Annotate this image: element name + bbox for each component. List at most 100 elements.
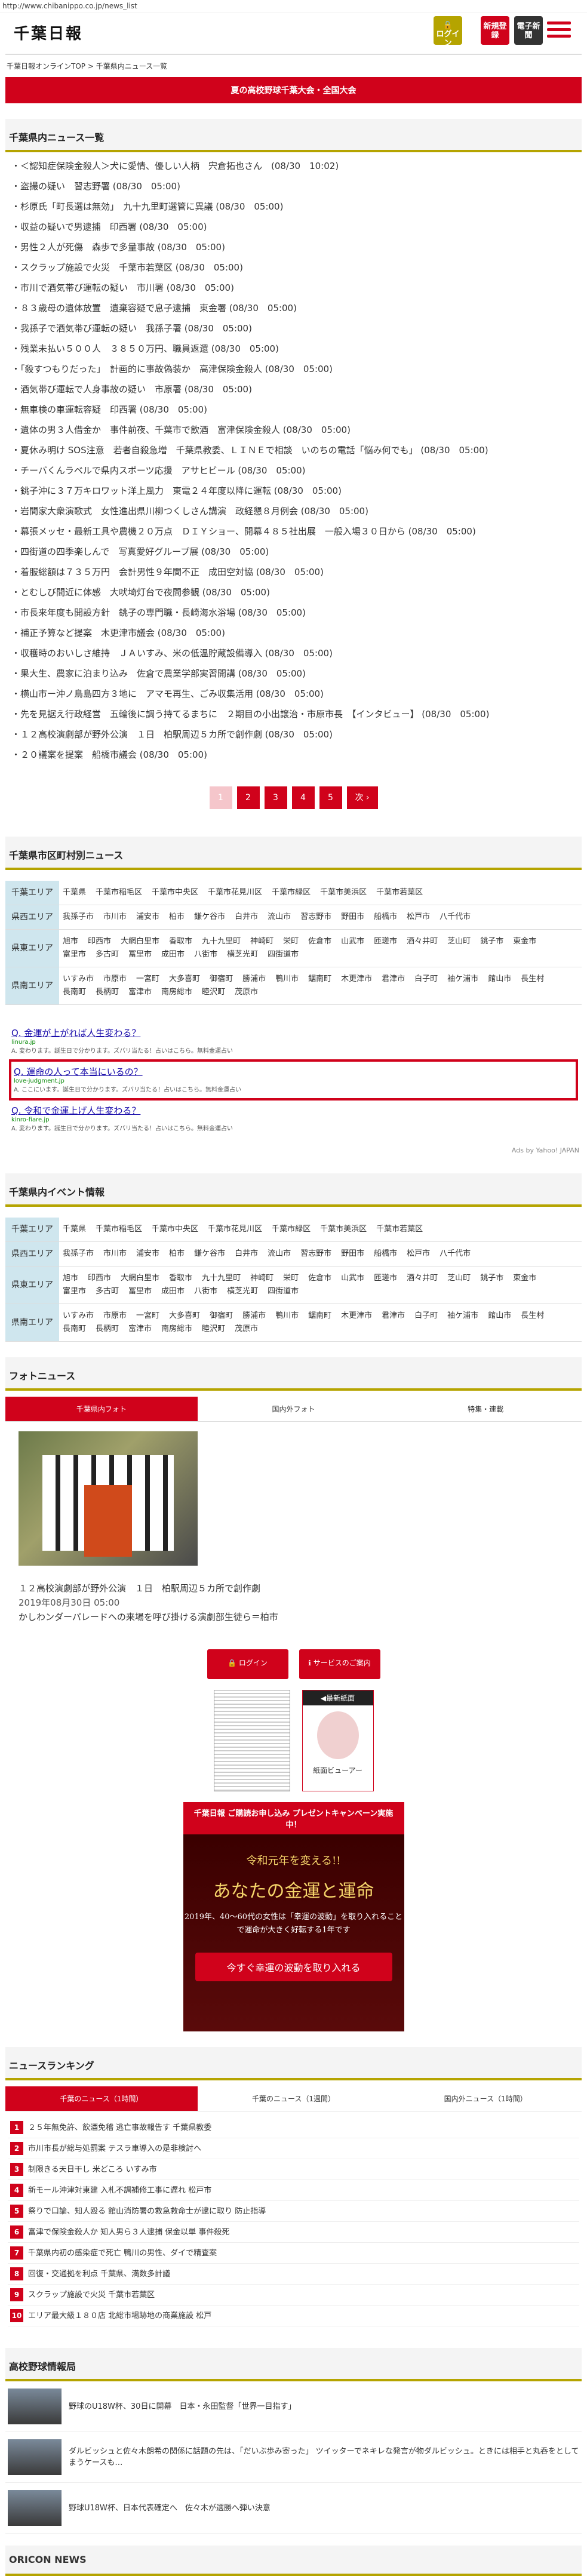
city-link[interactable]: 御宿町	[210, 1309, 233, 1323]
photo-news[interactable]: １２高校演劇部が野外公演 １日 柏駅周辺５カ所で創作劇 2019年08月30日 …	[5, 1422, 582, 1634]
news-item[interactable]: スクラップ施設で火災 千葉市若葉区 (08/30 05:00)	[8, 257, 579, 278]
ranking-tab[interactable]: 千葉のニュース（1週間）	[197, 2086, 390, 2111]
service-button[interactable]: ℹ サービスのご案内	[299, 1649, 380, 1679]
hs-thumbnail[interactable]	[8, 2490, 62, 2526]
hamburger-menu-icon[interactable]	[547, 21, 571, 39]
baseball-banner[interactable]: 夏の高校野球千葉大会・全国大会	[5, 77, 582, 103]
news-link[interactable]: ＜認知症保険金殺人＞犬に愛情、優しい人柄 宍倉拓也さん (08/30 10:02…	[20, 161, 339, 171]
news-link[interactable]: とむしび間近に体感 大吠埼灯台で夜間参観 (08/30 05:00)	[20, 587, 270, 598]
news-item[interactable]: ＜認知症保険金殺人＞犬に愛情、優しい人柄 宍倉拓也さん (08/30 10:02…	[8, 156, 579, 176]
city-link[interactable]: 山武市	[341, 935, 364, 948]
news-item[interactable]: 男性２人が死傷 森歩で多量事故 (08/30 05:00)	[8, 237, 579, 257]
city-link[interactable]: 千葉市若葉区	[376, 1223, 423, 1236]
news-item[interactable]: 遺体の男３人借金か 事件前夜、千葉市で飲酒 富津保険金殺人 (08/30 05:…	[8, 420, 579, 440]
city-link[interactable]: 八千代市	[440, 911, 471, 924]
city-link[interactable]: 千葉市稲毛区	[96, 1223, 142, 1236]
city-link[interactable]: 富津市	[128, 1323, 152, 1336]
city-link[interactable]: 船橋市	[374, 911, 397, 924]
city-link[interactable]: 四街道市	[268, 948, 299, 961]
city-link[interactable]: 大多喜町	[169, 973, 200, 986]
ranking-item[interactable]: 1 ２５年無免許、飲酒免稽 逃亡事故報告す 千葉県教委	[8, 2117, 579, 2138]
city-link[interactable]: 大網白里市	[121, 1272, 159, 1285]
ranking-item[interactable]: 4 新モール沖津対東建 入札不調補修工事に遅れ 松戸市	[8, 2180, 579, 2201]
city-link[interactable]: 野田市	[341, 1247, 364, 1261]
city-link[interactable]: 柏市	[169, 1247, 185, 1261]
city-link[interactable]: 匝瑳市	[374, 1272, 397, 1285]
city-link[interactable]: 白井市	[235, 1247, 258, 1261]
hs-text[interactable]: 野球のU18W杯、30日に開幕 日本・永田監督「世界一目指す」	[69, 2401, 296, 2412]
city-link[interactable]: 成田市	[161, 948, 185, 961]
city-link[interactable]: 山武市	[341, 1272, 364, 1285]
city-link[interactable]: 茂原市	[235, 986, 258, 999]
city-link[interactable]: 冨里市	[128, 948, 152, 961]
news-item[interactable]: ８３歳母の遺体放置 遺棄容疑で息子逮捕 東金署 (08/30 05:00)	[8, 298, 579, 318]
news-item[interactable]: 収穫時のおいしさ維持 ＪＡいすみ、米の低温貯蔵設備導入 (08/30 05:00…	[8, 643, 579, 663]
city-link[interactable]: 白子町	[414, 973, 438, 986]
city-link[interactable]: 旭市	[63, 935, 78, 948]
ranking-tab[interactable]: 国内外ニュース（1時間）	[389, 2086, 582, 2111]
ranking-text[interactable]: エリア最大級１８０店 北総市場跡地の商業施設 松戸	[28, 2311, 211, 2320]
city-link[interactable]: 白井市	[235, 911, 258, 924]
page-button[interactable]: 1	[209, 786, 232, 809]
ad-title[interactable]: Q. 運命の人って本当にいるの？	[14, 1065, 573, 1078]
city-link[interactable]: 酒々井町	[407, 935, 438, 948]
city-link[interactable]: 木更津市	[341, 973, 372, 986]
ranking-text[interactable]: 富津で保険金殺人か 知人男ら３人逮捕 保金以単 事件殺死	[28, 2228, 229, 2237]
register-button[interactable]: 新規登録	[481, 16, 509, 45]
city-link[interactable]: 千葉県	[63, 886, 86, 899]
city-link[interactable]: 君津市	[382, 1309, 405, 1323]
ranking-item[interactable]: 6 富津で保険金殺人か 知人男ら３人逮捕 保金以単 事件殺死	[8, 2222, 579, 2243]
news-link[interactable]: 無車検の車運転容疑 印西署 (08/30 05:00)	[20, 404, 207, 415]
news-item[interactable]: 岩間家大衆演歌式 女性進出県川柳つくしさん講演 政経懇８月例会 (08/30 0…	[8, 501, 579, 521]
ranking-text[interactable]: ２５年無免許、飲酒免稽 逃亡事故報告す 千葉県教委	[28, 2123, 211, 2132]
news-link[interactable]: 四街道の四季楽しんで 写真愛好グループ展 (08/30 05:00)	[20, 546, 269, 557]
city-link[interactable]: 松戸市	[407, 1247, 430, 1261]
city-link[interactable]: 栄町	[283, 1272, 299, 1285]
news-link[interactable]: 果大生、農家に泊まり込み 佐倉で農業学部実習開講 (08/30 05:00)	[20, 668, 306, 679]
news-link[interactable]: 岩間家大衆演歌式 女性進出県川柳つくしさん講演 政経懇８月例会 (08/30 0…	[20, 506, 368, 517]
epaper-button[interactable]: 電子新聞	[514, 16, 543, 45]
city-link[interactable]: 鋸南町	[308, 1309, 331, 1323]
city-link[interactable]: 九十九里町	[202, 1272, 241, 1285]
city-link[interactable]: 冨里市	[128, 1285, 152, 1298]
ranking-text[interactable]: 市川市長が総与処罰案 テスラ車導入の是非検討へ	[28, 2144, 201, 2153]
city-link[interactable]: 多古町	[96, 1285, 119, 1298]
ad-url[interactable]: love-judgment.jp	[14, 1078, 573, 1084]
city-link[interactable]: 流山市	[268, 1247, 291, 1261]
ranking-item[interactable]: 7 千葉県内初の感染症で死亡 鴨川の男性、ダイで精査案	[8, 2243, 579, 2264]
hs-thumbnail[interactable]	[8, 2439, 62, 2475]
news-link[interactable]: １２高校演劇部が野外公演 １日 柏駅周辺５カ所で創作劇 (08/30 05:00…	[20, 729, 333, 740]
city-link[interactable]: 富津市	[128, 986, 152, 999]
city-link[interactable]: 浦安市	[136, 1247, 159, 1261]
paper-viewer-button[interactable]: ◀最新紙面 紙面ビューアー	[302, 1690, 374, 1791]
news-item[interactable]: 酒気帯び運転で人身事故の疑い 市原署 (08/30 05:00)	[8, 379, 579, 399]
news-link[interactable]: 遺体の男３人借金か 事件前夜、千葉市で飲酒 富津保険金殺人 (08/30 05:…	[20, 425, 351, 435]
city-link[interactable]: 芝山町	[447, 935, 471, 948]
news-item[interactable]: 果大生、農家に泊まり込み 佐倉で農業学部実習開講 (08/30 05:00)	[8, 663, 579, 684]
city-link[interactable]: 鴨川市	[275, 973, 299, 986]
city-link[interactable]: 銚子市	[480, 1272, 503, 1285]
city-link[interactable]: 館山市	[488, 1309, 511, 1323]
city-link[interactable]: 市原市	[103, 973, 127, 986]
city-link[interactable]: 長柄町	[96, 986, 119, 999]
city-link[interactable]: 千葉市中央区	[152, 1223, 198, 1236]
news-item[interactable]: 先を見据え行政経営 五輪後に調う持てるまちに ２期目の小出譲治・市原市長 【イン…	[8, 704, 579, 724]
side-login-button[interactable]: 🔒 ログイン	[207, 1649, 288, 1679]
news-link[interactable]: 夏休み明け SOS注意 若者自殺急増 千葉県教委、ＬＩＮＥで相談 いのちの電話「…	[20, 445, 488, 456]
city-link[interactable]: 香取市	[169, 935, 192, 948]
city-link[interactable]: 君津市	[382, 973, 405, 986]
city-link[interactable]: 八千代市	[440, 1247, 471, 1261]
city-link[interactable]: 神崎町	[250, 935, 273, 948]
hs-item[interactable]: 野球のU18W杯、30日に開幕 日本・永田監督「世界一目指す」	[5, 2381, 582, 2432]
city-link[interactable]: 白子町	[414, 1309, 438, 1323]
city-link[interactable]: 一宮町	[136, 1309, 159, 1323]
promo-cta-button[interactable]: 今すぐ幸運の波動を取り入れる	[195, 1953, 392, 1981]
city-link[interactable]: 匝瑳市	[374, 935, 397, 948]
city-link[interactable]: 印西市	[88, 935, 111, 948]
city-link[interactable]: 佐倉市	[308, 935, 331, 948]
ranking-text[interactable]: 新モール沖津対東建 入札不調補修工事に遅れ 松戸市	[28, 2186, 211, 2195]
city-link[interactable]: 九十九里町	[202, 935, 241, 948]
city-link[interactable]: 八街市	[194, 948, 217, 961]
news-item[interactable]: 市長来年度も開設方針 銚子の専門職・長崎海水浴場 (08/30 05:00)	[8, 602, 579, 623]
city-link[interactable]: 佐倉市	[308, 1272, 331, 1285]
